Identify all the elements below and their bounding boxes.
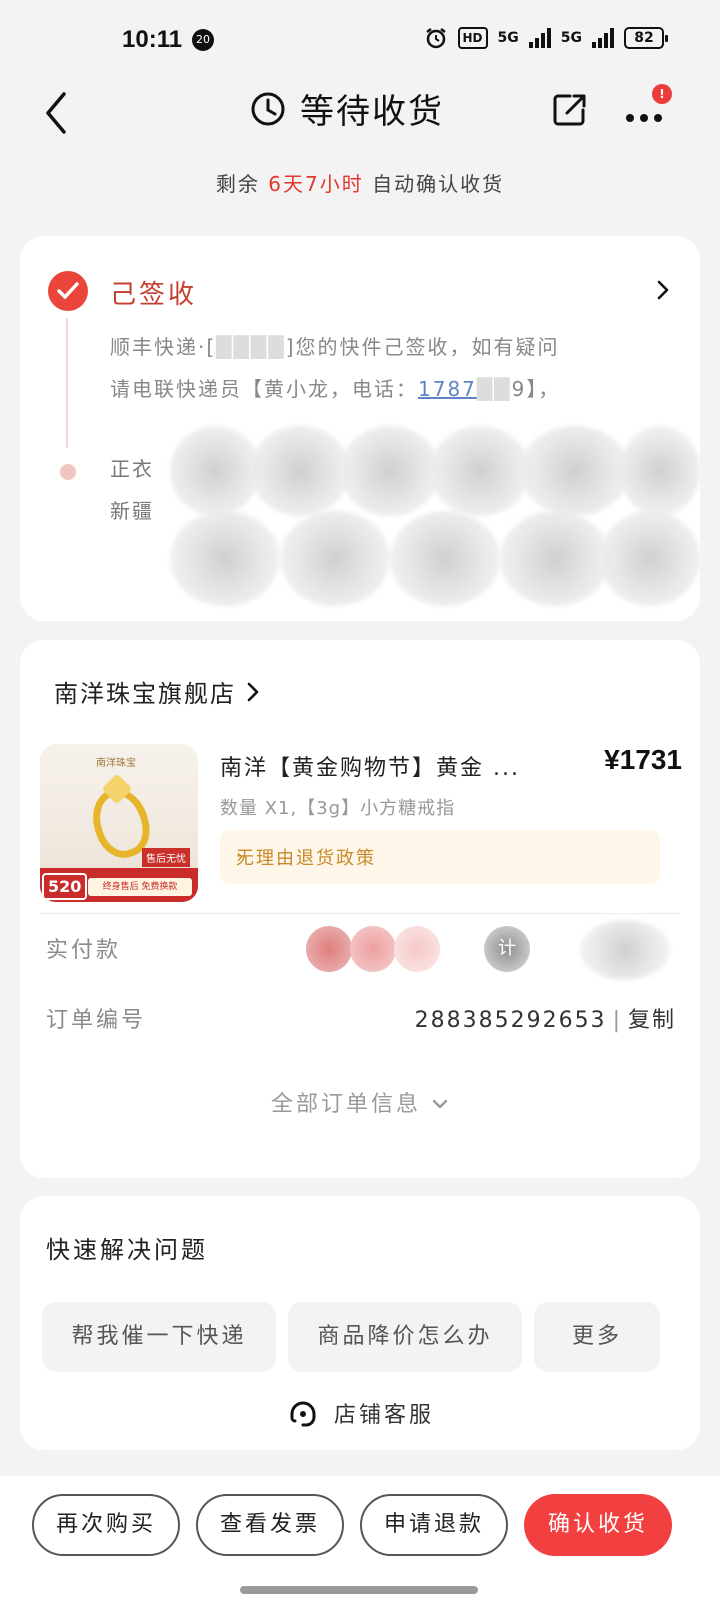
signal-5g-label-2: 5G (560, 30, 582, 46)
logistics-line1a: 顺丰快递·[ (110, 335, 217, 359)
order-number: 288385292653 (414, 1008, 607, 1033)
privacy-blur (350, 926, 396, 972)
bottom-action-bar: 再次购买 查看发票 申请退款 确认收货 (0, 1476, 720, 1608)
privacy-blur (620, 426, 700, 516)
order-number-label: 订单编号 (46, 1008, 147, 1033)
nav-header: 等待收货 ! (0, 80, 720, 150)
clock-icon (251, 92, 285, 125)
chip-price-drop[interactable]: 商品降价怎么办 (288, 1302, 522, 1372)
divider (40, 913, 680, 914)
shop-customer-service[interactable]: 店铺客服 (20, 1396, 700, 1430)
countdown-prefix: 剩余 (215, 172, 260, 196)
product-brand-mark: 南洋珠宝 (96, 758, 136, 769)
signal-bars-icon (528, 28, 551, 48)
headset-icon (290, 1401, 316, 1427)
courier-phone-link[interactable]: 1787 (418, 377, 477, 401)
page-title-group: 等待收货 (250, 84, 444, 133)
signal-bars-icon-2 (592, 28, 614, 48)
chevron-right-icon: › (236, 844, 246, 868)
logistics-card[interactable]: 己签收 顺丰快递·[████]您的快件己签收，如有疑问 请电联快递员【黄小龙，电… (20, 236, 700, 621)
status-time: 10:11 (122, 26, 183, 53)
chevron-right-icon (247, 682, 259, 701)
view-invoice-button[interactable]: 查看发票 (196, 1494, 344, 1556)
timeline-dot (60, 464, 76, 480)
privacy-blur (170, 511, 280, 606)
product-title[interactable]: 南洋【黄金购物节】黄金 ... (220, 750, 550, 782)
back-icon[interactable] (38, 88, 78, 138)
privacy-blur (280, 511, 390, 606)
product-price: ¥1731 (604, 744, 682, 775)
privacy-blur (580, 920, 670, 980)
copy-button[interactable]: 复制 (628, 1008, 676, 1033)
quick-solve-title: 快速解决问题 (46, 1236, 208, 1264)
separator: | (612, 1008, 622, 1033)
return-policy-banner[interactable]: 无理由退货政策 › (220, 830, 660, 884)
timeline-line (66, 318, 68, 448)
privacy-blur (340, 426, 440, 516)
home-indicator[interactable] (240, 1586, 478, 1594)
paid-amount-label: 实付款 (46, 938, 122, 963)
product-spec: 数量 X1,【3g】小方糖戒指 (220, 798, 456, 819)
status-icons: HD 5G 5G 82 (424, 26, 668, 50)
privacy-blur (306, 926, 352, 972)
all-order-info-label: 全部订单信息 (270, 1092, 421, 1117)
notification-count-badge: 20 (192, 29, 214, 51)
logistics-status: 己签收 (110, 280, 198, 310)
shop-link[interactable]: 南洋珠宝旗舰店 (54, 674, 260, 709)
auto-confirm-countdown: 剩余 6天7小时 自动确认收货 (0, 168, 720, 197)
privacy-blur (394, 926, 440, 972)
all-order-info-toggle[interactable]: 全部订单信息 (20, 1086, 700, 1118)
shop-name: 南洋珠宝旗舰店 (54, 680, 236, 708)
logistics-line1b: ]您的快件己签收，如有疑问 (285, 335, 560, 359)
countdown-suffix: 自动确认收货 (372, 172, 505, 196)
privacy-blur (170, 426, 260, 516)
privacy-blur (500, 511, 610, 606)
logistics-latest-text: 顺丰快递·[████]您的快件己签收，如有疑问 请电联快递员【黄小龙，电话：17… (110, 335, 561, 401)
chip-urge-delivery[interactable]: 帮我催一下快递 (42, 1302, 276, 1372)
customer-service-label: 店铺客服 (333, 1403, 434, 1428)
countdown-hours: 7小时 (305, 172, 364, 196)
countdown-days: 6天 (268, 172, 305, 196)
promo-strip: 终身售后 免费换款 (88, 878, 192, 896)
privacy-blur (390, 511, 500, 606)
calculator-icon[interactable]: 计 (484, 926, 530, 972)
hd-icon: HD (457, 27, 488, 49)
more-alert-badge: ! (652, 84, 672, 104)
order-number-row: 288385292653 | 复制 (415, 1002, 676, 1034)
confirm-receipt-button[interactable]: 确认收货 (524, 1494, 672, 1556)
status-bar: 10:11 20 HD 5G 5G 82 (0, 0, 720, 80)
privacy-blur (520, 426, 630, 516)
product-image[interactable]: 南洋珠宝 售后无忧 终身售后 免费换款 520 (40, 744, 198, 902)
chevron-down-icon (432, 1099, 448, 1109)
buy-again-button[interactable]: 再次购买 (32, 1494, 180, 1556)
chevron-right-icon[interactable] (654, 278, 672, 302)
order-card: 南洋珠宝旗舰店 南洋珠宝 售后无忧 终身售后 免费换款 520 南洋【黄金购物节… (20, 640, 700, 1178)
chip-more[interactable]: 更多 (534, 1302, 660, 1372)
logistics-line2a: 请电联快递员【黄小龙，电话： (110, 377, 418, 401)
logistics-line2b: 9】， (511, 377, 561, 401)
share-icon[interactable] (550, 90, 590, 130)
request-refund-button[interactable]: 申请退款 (360, 1494, 508, 1556)
battery-icon: 82 (624, 27, 668, 49)
alarm-icon (425, 28, 446, 49)
promo-520-badge: 520 (42, 873, 88, 900)
signed-check-icon (48, 271, 88, 311)
privacy-blur (430, 426, 530, 516)
after-sales-tag: 售后无忧 (142, 848, 190, 867)
privacy-blur (600, 511, 700, 606)
page-title: 等待收货 (300, 92, 444, 132)
quick-solve-card: 快速解决问题 帮我催一下快递 商品降价怎么办 更多 店铺客服 (20, 1196, 700, 1450)
signal-5g-label: 5G (497, 30, 519, 46)
privacy-blur (250, 426, 350, 516)
